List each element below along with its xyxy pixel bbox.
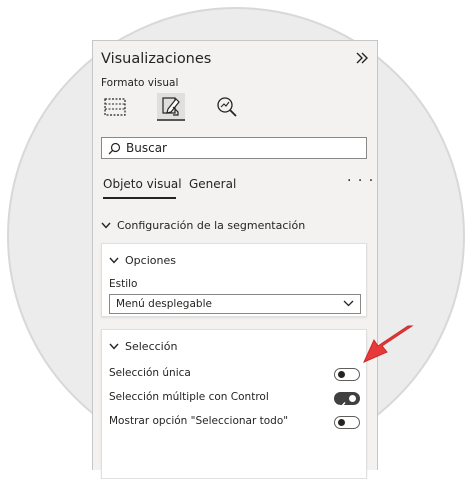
chevron-down-icon bbox=[109, 343, 119, 350]
tab-general[interactable]: General bbox=[189, 177, 236, 191]
format-visual-icon[interactable] bbox=[157, 93, 185, 121]
more-options-icon[interactable]: · · · bbox=[347, 173, 374, 189]
chevron-down-icon bbox=[109, 257, 119, 264]
format-visual-label: Formato visual bbox=[101, 77, 179, 89]
selection-card: Selección Selección única Selección múlt… bbox=[101, 329, 367, 479]
selection-header[interactable]: Selección bbox=[109, 340, 177, 353]
single-select-label: Selección única bbox=[109, 367, 191, 379]
section-slicer-settings[interactable]: Configuración de la segmentación bbox=[101, 219, 305, 232]
search-box[interactable] bbox=[101, 137, 367, 159]
check-icon bbox=[338, 394, 346, 413]
options-card: Opciones Estilo Menú desplegable bbox=[101, 243, 367, 317]
visualizations-pane: Visualizaciones Formato visual Objeto vi… bbox=[92, 40, 378, 479]
single-select-toggle[interactable] bbox=[334, 368, 360, 381]
chevron-down-icon bbox=[343, 298, 354, 310]
multi-select-ctrl-toggle[interactable] bbox=[334, 392, 360, 409]
tab-visual-object[interactable]: Objeto visual bbox=[103, 177, 182, 191]
options-header-label: Opciones bbox=[125, 254, 176, 267]
multi-select-ctrl-label: Selección múltiple con Control bbox=[109, 391, 269, 403]
search-input[interactable] bbox=[126, 141, 326, 155]
search-icon bbox=[108, 142, 121, 155]
selection-header-label: Selección bbox=[125, 340, 178, 353]
build-visual-icon[interactable] bbox=[101, 93, 129, 121]
active-tab-indicator bbox=[103, 197, 176, 199]
options-header[interactable]: Opciones bbox=[109, 254, 176, 267]
show-select-all-label: Mostrar opción "Seleccionar todo" bbox=[109, 415, 289, 427]
red-arrow-icon bbox=[363, 325, 414, 363]
show-select-all-toggle[interactable] bbox=[334, 416, 360, 429]
pane-title: Visualizaciones bbox=[101, 51, 212, 67]
section-label: Configuración de la segmentación bbox=[117, 219, 306, 232]
analytics-icon[interactable] bbox=[213, 93, 241, 121]
chevron-down-icon bbox=[101, 222, 111, 229]
collapse-pane-icon[interactable] bbox=[355, 50, 369, 68]
style-label: Estilo bbox=[109, 278, 138, 290]
style-dropdown-value: Menú desplegable bbox=[116, 298, 212, 310]
style-dropdown[interactable]: Menú desplegable bbox=[109, 294, 361, 314]
